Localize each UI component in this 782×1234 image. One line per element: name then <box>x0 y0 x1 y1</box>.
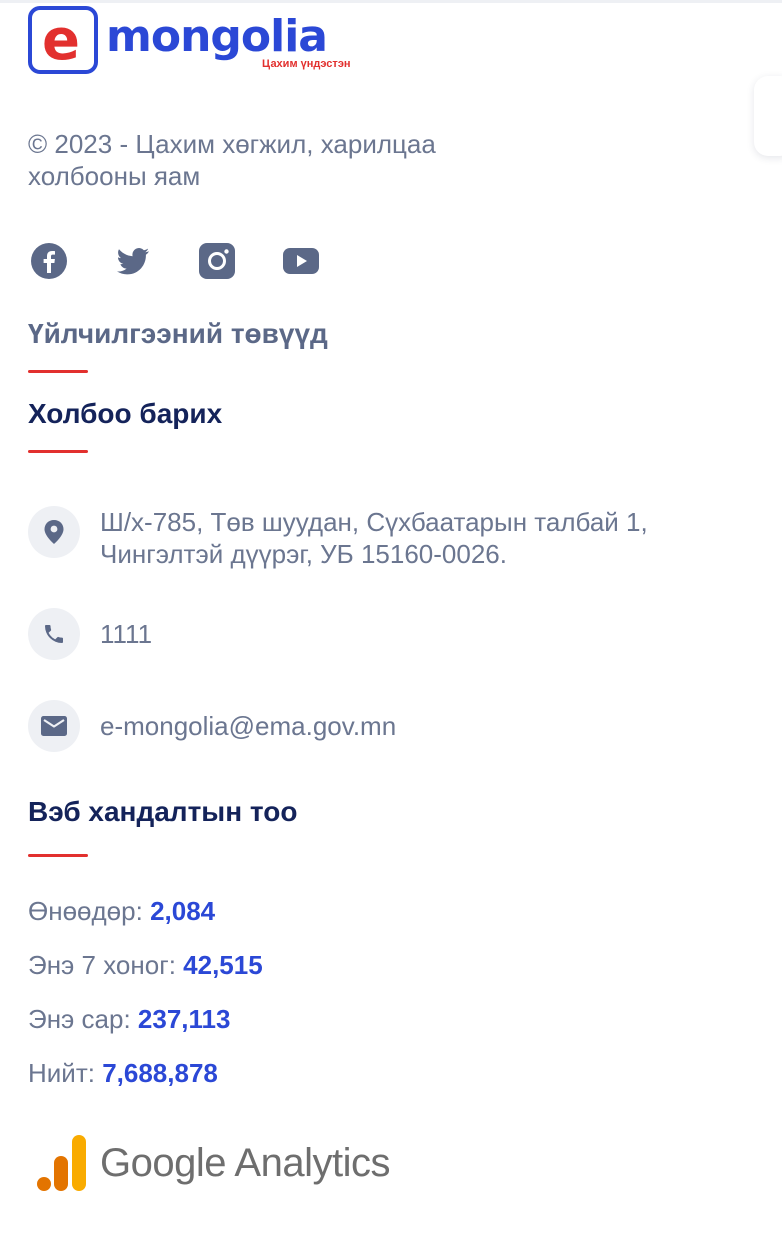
e-mongolia-logo[interactable]: e mongolia Цахим үндэстэн <box>28 6 368 76</box>
logo-tagline: Цахим үндэстэн <box>262 58 351 70</box>
location-pin-icon <box>28 506 80 558</box>
twitter-icon[interactable] <box>114 242 152 280</box>
service-centers-heading[interactable]: Үйлчилгээний төвүүд <box>28 318 328 350</box>
floating-side-card[interactable] <box>754 76 782 156</box>
social-links <box>30 242 320 280</box>
contact-underline <box>28 450 88 453</box>
stat-today: Өнөөдөр: 2,084 <box>28 896 215 927</box>
address-text: Ш/х-785, Төв шуудан, Сүхбаатарын талбай … <box>100 507 648 569</box>
visits-heading: Вэб хандалтын тоо <box>28 796 298 827</box>
stat-today-value: 2,084 <box>150 896 216 926</box>
stat-week-label: Энэ 7 хоног: <box>28 950 176 980</box>
mail-icon <box>28 700 80 752</box>
google-analytics-badge[interactable]: Google Analytics <box>36 1134 390 1192</box>
stat-month-label: Энэ сар: <box>28 1004 131 1034</box>
youtube-icon[interactable] <box>282 242 320 280</box>
logo-wordmark: mongolia <box>106 11 328 62</box>
google-analytics-label: Google Analytics <box>100 1140 390 1185</box>
facebook-icon[interactable] <box>30 242 68 280</box>
visits-underline <box>28 854 88 857</box>
contact-address: Ш/х-785, Төв шуудан, Сүхбаатарын талбай … <box>28 506 720 570</box>
phone-icon <box>28 608 80 660</box>
contact-heading: Холбоо барих <box>28 398 223 429</box>
contact-email[interactable]: e-mongolia@ema.gov.mn <box>28 700 396 752</box>
stat-today-label: Өнөөдөр: <box>28 896 143 926</box>
logo-letter: e <box>42 8 80 73</box>
email-text[interactable]: e-mongolia@ema.gov.mn <box>100 710 396 742</box>
logo-badge: e <box>28 6 98 74</box>
stat-month: Энэ сар: 237,113 <box>28 1004 230 1035</box>
stat-month-value: 237,113 <box>137 1004 231 1034</box>
service-centers-underline <box>28 370 88 373</box>
stat-total-value: 7,688,878 <box>102 1058 218 1088</box>
google-analytics-icon <box>37 1135 86 1191</box>
copyright-text: © 2023 - Цахим хөгжил, харилцаа холбооны… <box>28 129 436 191</box>
stat-week-value: 42,515 <box>183 950 263 980</box>
contact-phone[interactable]: 1111 <box>28 608 152 660</box>
instagram-icon[interactable] <box>198 242 236 280</box>
stat-total-label: Нийт: <box>28 1058 95 1088</box>
stat-week: Энэ 7 хоног: 42,515 <box>28 950 263 981</box>
top-divider <box>0 0 782 3</box>
stat-total: Нийт: 7,688,878 <box>28 1058 218 1089</box>
phone-text[interactable]: 1111 <box>100 618 152 650</box>
